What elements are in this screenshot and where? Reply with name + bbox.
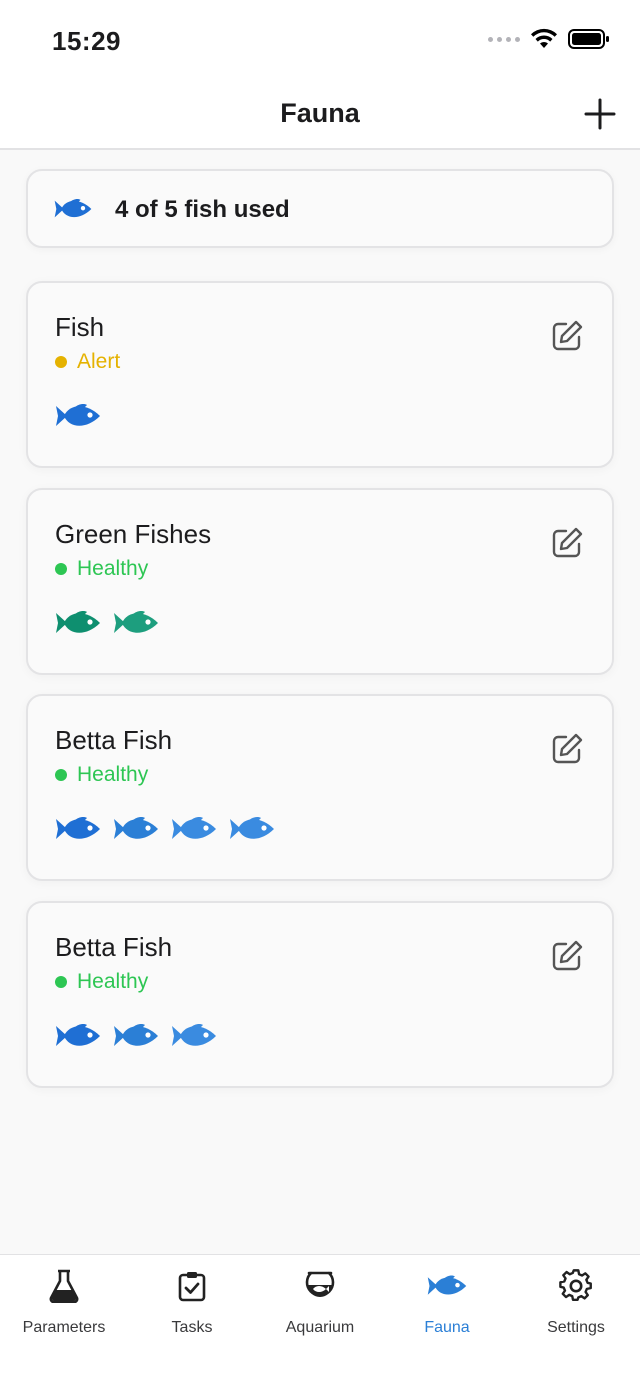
edit-button[interactable]	[550, 319, 584, 353]
status-label: Healthy	[77, 557, 149, 580]
tab-settings[interactable]: Settings	[526, 1255, 626, 1355]
fish-icon	[114, 611, 158, 633]
group-name: Betta Fish	[55, 725, 173, 755]
edit-icon	[552, 320, 583, 351]
edit-icon	[552, 527, 583, 558]
page-title: Fauna	[280, 98, 360, 128]
fish-icon	[114, 817, 158, 839]
tab-label: Tasks	[171, 1319, 213, 1336]
fish-group-card[interactable]: Betta Fish Healthy	[26, 694, 614, 881]
fish-group-card[interactable]: Fish Alert	[26, 281, 614, 468]
edit-button[interactable]	[550, 526, 584, 560]
status-label: Alert	[77, 350, 121, 373]
healthy-status-dot	[55, 976, 67, 988]
fish-icon	[54, 199, 92, 218]
edit-icon	[552, 733, 583, 764]
fish-icons	[54, 608, 160, 638]
fish-icon	[114, 1024, 158, 1046]
fish-group-card[interactable]: Green Fishes Healthy	[26, 488, 614, 675]
fish-icons	[54, 401, 102, 431]
group-name: Betta Fish	[55, 932, 173, 962]
group-name: Green Fishes	[55, 519, 212, 549]
gear-icon	[559, 1269, 592, 1302]
group-status: Healthy	[55, 763, 148, 787]
fish-icon	[230, 817, 274, 839]
flask-icon	[49, 1269, 79, 1303]
fish-icon	[56, 611, 100, 633]
status-bar: 15:29	[0, 0, 640, 82]
group-status: Healthy	[55, 970, 148, 994]
fish-usage-summary: 4 of 5 fish used	[26, 169, 614, 248]
group-status: Healthy	[55, 557, 148, 581]
tab-aquarium[interactable]: Aquarium	[270, 1255, 370, 1355]
fishbowl-icon	[305, 1271, 335, 1297]
tab-label: Settings	[547, 1319, 605, 1336]
status-time: 15:29	[52, 26, 121, 56]
fish-icon	[172, 1024, 216, 1046]
fish-icon	[427, 1275, 467, 1295]
clipboard-check-icon	[178, 1272, 206, 1302]
tab-fauna[interactable]: Fauna	[397, 1255, 497, 1355]
status-indicators	[488, 28, 610, 50]
fauna-screen: 15:29 Fauna 4 of 5 fish used Fish Alert …	[0, 0, 640, 1385]
fish-icons	[54, 814, 276, 844]
tab-label: Fauna	[424, 1319, 470, 1336]
tab-label: Parameters	[22, 1319, 106, 1336]
status-label: Healthy	[77, 970, 149, 993]
fish-icon	[56, 817, 100, 839]
wifi-icon	[531, 28, 557, 48]
alert-status-dot	[55, 356, 67, 368]
group-status: Alert	[55, 350, 120, 374]
status-label: Healthy	[77, 763, 149, 786]
edit-button[interactable]	[550, 939, 584, 973]
fish-icon	[56, 404, 100, 426]
tab-tasks[interactable]: Tasks	[142, 1255, 242, 1355]
add-fish-button[interactable]	[582, 96, 618, 132]
fish-icons	[54, 1021, 218, 1051]
fish-group-card[interactable]: Betta Fish Healthy	[26, 901, 614, 1088]
fish-icon	[56, 1024, 100, 1046]
edit-button[interactable]	[550, 732, 584, 766]
plus-icon	[584, 98, 616, 130]
healthy-status-dot	[55, 769, 67, 781]
signal-icon	[488, 36, 520, 42]
fish-usage-text: 4 of 5 fish used	[115, 196, 290, 223]
edit-icon	[552, 940, 583, 971]
tab-label: Aquarium	[285, 1319, 355, 1336]
fish-icon	[172, 817, 216, 839]
healthy-status-dot	[55, 563, 67, 575]
nav-bar: Fauna	[0, 82, 640, 150]
tab-bar: Parameters Tasks Aquarium Fauna Settings	[0, 1254, 640, 1385]
battery-icon	[568, 29, 609, 49]
group-name: Fish	[55, 312, 105, 342]
tab-parameters[interactable]: Parameters	[14, 1255, 114, 1355]
